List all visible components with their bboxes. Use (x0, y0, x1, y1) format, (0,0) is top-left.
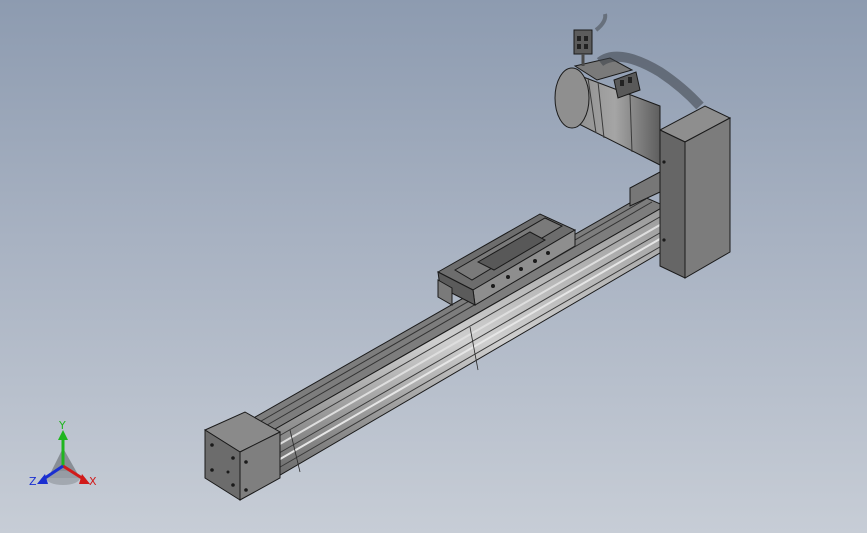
y-axis-label: Y (59, 419, 66, 432)
z-axis-label: Z (29, 475, 37, 488)
rail-body (249, 195, 667, 479)
x-axis-label: X (89, 475, 97, 488)
linear-actuator-model[interactable] (0, 0, 867, 533)
graphics-viewport[interactable]: Y X Z (0, 0, 867, 533)
front-end-cap (203, 411, 282, 501)
